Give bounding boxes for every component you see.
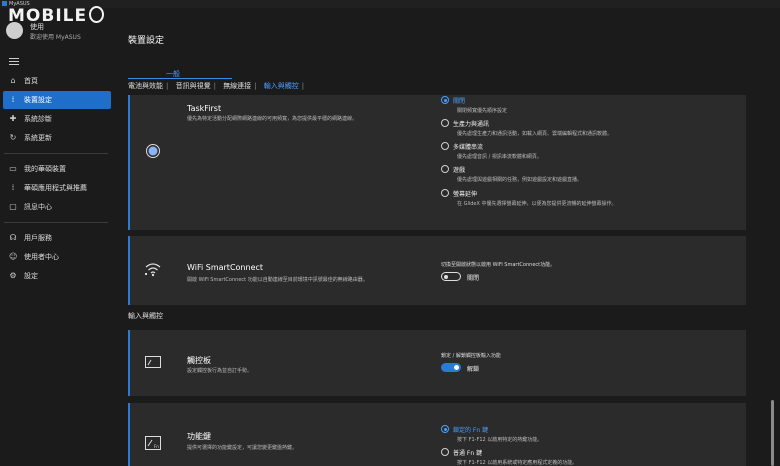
radio-icon: [441, 448, 449, 456]
svg-text:Fn: Fn: [154, 444, 159, 449]
page-title: 裝置設定: [128, 36, 165, 46]
home-icon: ⌂: [10, 76, 16, 85]
wifi-description: 開啟 WiFi SmartConnect 功能以自動連線至目前環境中訊號最佳的無…: [187, 277, 368, 283]
wifi-icon: [145, 263, 161, 277]
sidebar-item-label: 系統診斷: [24, 115, 52, 123]
fnkey-option-normal[interactable]: 普通 Fn 鍵: [441, 448, 482, 457]
sidebar-item-device-settings[interactable]: ⁞ 裝置設定: [3, 91, 111, 109]
gear-icon: ⚙: [9, 271, 17, 280]
option-description: 按下 F1-F12 以啟用特定的熱鍵功能。: [457, 437, 543, 443]
touchpad-description: 設定觸控板行為並自訂手勢。: [187, 368, 253, 374]
wifi-hint: 切換至開啟狀態以啟用 WiFi SmartConnect功能。: [441, 262, 556, 268]
touchpad-toggle-label: 解鎖: [467, 366, 480, 373]
sidebar-item-label: 華碩應用程式與推薦: [24, 184, 87, 192]
subtab-input-touch[interactable]: 輸入與觸控: [264, 81, 299, 91]
sidebar-item-home[interactable]: ⌂ 首頁: [3, 72, 111, 90]
taskfirst-option-streaming[interactable]: 多媒體串流: [441, 142, 483, 151]
menu-icon[interactable]: [9, 58, 19, 66]
sidebar-divider: [4, 153, 108, 154]
radio-selected-icon: [441, 425, 449, 433]
radio-icon: [441, 165, 449, 173]
fnkey-option-locked[interactable]: 鎖定的 Fn 鍵: [441, 425, 488, 434]
touchpad-card: 觸控板 設定觸控板行為並自訂手勢。 鎖定 / 解鎖觸控板輸入功能 解鎖: [128, 330, 746, 396]
title-bar: MyASUS: [0, 0, 780, 8]
sidebar-item-label: 裝置設定: [24, 96, 52, 104]
radio-icon: [441, 189, 449, 197]
taskfirst-description: 優先為特定活動分配網際網路連線的可用頻寬，為您提供最平穩的網路連線。: [187, 116, 358, 122]
user-icon: ☺: [9, 252, 18, 261]
taskfirst-option-gaming[interactable]: 遊戲: [441, 165, 465, 174]
function-key-icon: Fn: [145, 436, 161, 450]
refresh-icon: ↻: [9, 133, 17, 142]
option-description: 優先處理與遊戲相關的任務，例如遊戲設定和遊戲直播。: [457, 177, 583, 183]
scrollbar[interactable]: [771, 400, 774, 466]
touchpad-hint: 鎖定 / 解鎖觸控板輸入功能: [441, 353, 501, 359]
watermark-text: MOBILE: [8, 6, 88, 26]
sidebar-item-label: 訊息中心: [24, 203, 52, 211]
option-description: 按下 F1-F12 以啟用系統或特定應用程式定義的功能。: [457, 460, 578, 466]
subtab-wireless[interactable]: 無線連接: [223, 81, 251, 91]
sidebar-item-settings[interactable]: ⚙ 設定: [3, 267, 111, 285]
wifi-toggle-label: 關閉: [467, 275, 480, 282]
subtab-audio-visual[interactable]: 音訊與視覺: [176, 81, 211, 91]
diagnosis-icon: ✚: [9, 114, 17, 123]
sidebar-item-label: 用戶服務: [24, 234, 52, 242]
main-content: 裝置設定 一般 電池與效能 | 音訊與視覺 | 無線連接 | 輸入與觸控 | TaskF…: [118, 8, 780, 466]
option-description: 在 GlideX 中優先選擇螢幕延伸，以便為您提供更流暢的延伸螢幕操作。: [457, 201, 617, 207]
radio-icon: [441, 119, 449, 127]
sidebar-item-support[interactable]: ☊ 用戶服務: [3, 229, 111, 247]
sidebar-item-my-devices[interactable]: ▭ 我的華碩裝置: [3, 160, 111, 178]
function-key-title: 功能鍵: [187, 432, 211, 441]
sidebar-item-diagnosis[interactable]: ✚ 系統診斷: [3, 110, 111, 128]
taskfirst-card: TaskFirst 優先為特定活動分配網際網路連線的可用頻寬，為您提供最平穩的網…: [128, 95, 746, 230]
sidebar-item-update[interactable]: ↻ 系統更新: [3, 129, 111, 147]
taskfirst-icon: [146, 144, 160, 158]
sidebar-item-label: 我的華碩裝置: [24, 165, 66, 173]
device-icon: ▭: [9, 164, 17, 173]
watermark: MOBILE: [8, 6, 105, 26]
option-description: 關閉頻寬優先順序設定: [457, 108, 508, 114]
taskfirst-option-screen-extend[interactable]: 螢幕延伸: [441, 189, 477, 198]
sidebar: 使用 歡迎使用 MyASUS ⌂ 首頁 ⁞ 裝置設定 ✚ 系統診斷 ↻ 系統更新…: [0, 8, 118, 466]
tab-underline: [128, 78, 232, 79]
radio-selected-icon: [441, 96, 449, 104]
watermark-logo-icon: [89, 6, 105, 23]
touchpad-icon: [145, 356, 161, 368]
option-description: 優先處理生產力和通訊活動，如載入網頁、雲端編輯程式和通訊軟體。: [457, 131, 613, 137]
sidebar-item-label: 首頁: [24, 77, 38, 85]
message-icon: ▢: [9, 202, 17, 211]
sidebar-item-label: 系統更新: [24, 134, 52, 142]
function-key-description: 提供可選擇的功能鍵設定，可讓您變更鍵盤熱鍵。: [187, 445, 298, 451]
touchpad-title: 觸控板: [187, 356, 211, 365]
wifi-smartconnect-card: WiFi SmartConnect 開啟 WiFi SmartConnect 功…: [128, 236, 746, 305]
sidebar-item-messages[interactable]: ▢ 訊息中心: [3, 198, 111, 216]
app-logo-icon: [2, 1, 7, 6]
sidebar-item-user-center[interactable]: ☺ 使用者中心: [3, 248, 111, 266]
settings-grid-icon: ⁞: [11, 95, 15, 104]
wifi-title: WiFi SmartConnect: [187, 263, 264, 272]
sidebar-item-apps[interactable]: ⁞ 華碩應用程式與推薦: [3, 179, 111, 197]
sidebar-item-label: 使用者中心: [24, 253, 59, 261]
subtab-bar: 電池與效能 | 音訊與視覺 | 無線連接 | 輸入與觸控 |: [128, 81, 305, 91]
user-greeting: 歡迎使用 MyASUS: [30, 34, 81, 41]
apps-icon: ⁞: [11, 183, 15, 192]
sidebar-item-label: 設定: [24, 272, 38, 280]
radio-icon: [441, 142, 449, 150]
taskfirst-title: TaskFirst: [187, 104, 222, 113]
touchpad-toggle[interactable]: [441, 363, 461, 372]
support-icon: ☊: [9, 233, 17, 242]
section-input-touch: 輸入與觸控: [128, 312, 163, 320]
function-key-card: Fn 功能鍵 提供可選擇的功能鍵設定，可讓您變更鍵盤熱鍵。 鎖定的 Fn 鍵 按…: [128, 403, 746, 466]
option-description: 優先處理音訊 / 視訊串流軟體和網頁。: [457, 154, 542, 160]
taskfirst-option-off[interactable]: 關閉: [441, 96, 465, 105]
sidebar-divider: [4, 222, 108, 223]
subtab-battery[interactable]: 電池與效能: [128, 81, 163, 91]
taskfirst-option-productivity[interactable]: 生產力與通訊: [441, 119, 489, 128]
wifi-smartconnect-toggle[interactable]: [441, 272, 461, 281]
